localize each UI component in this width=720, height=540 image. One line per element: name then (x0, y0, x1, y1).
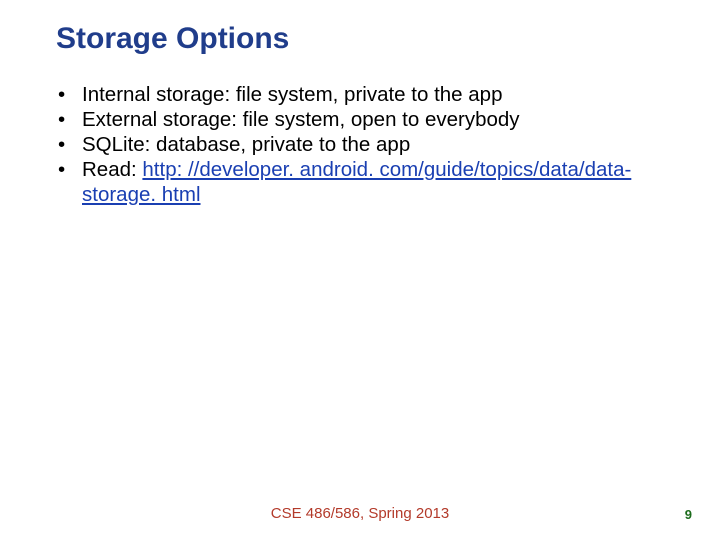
bullet-list: Internal storage: file system, private t… (56, 82, 670, 207)
page-number: 9 (685, 507, 692, 522)
bullet-text: External storage: file system, open to e… (82, 108, 520, 131)
bullet-text: SQLite: database, private to the app (82, 133, 410, 156)
bullet-text: Read: (82, 158, 142, 181)
slide: Storage Options Internal storage: file s… (0, 0, 720, 540)
list-item: External storage: file system, open to e… (56, 107, 670, 132)
read-more-link[interactable]: http: //developer. android. com/guide/to… (82, 158, 631, 206)
list-item: SQLite: database, private to the app (56, 132, 670, 157)
list-item: Read: http: //developer. android. com/gu… (56, 157, 670, 207)
slide-title: Storage Options (56, 22, 670, 56)
slide-footer: CSE 486/586, Spring 2013 (0, 505, 720, 522)
list-item: Internal storage: file system, private t… (56, 82, 670, 107)
bullet-text: Internal storage: file system, private t… (82, 83, 502, 106)
